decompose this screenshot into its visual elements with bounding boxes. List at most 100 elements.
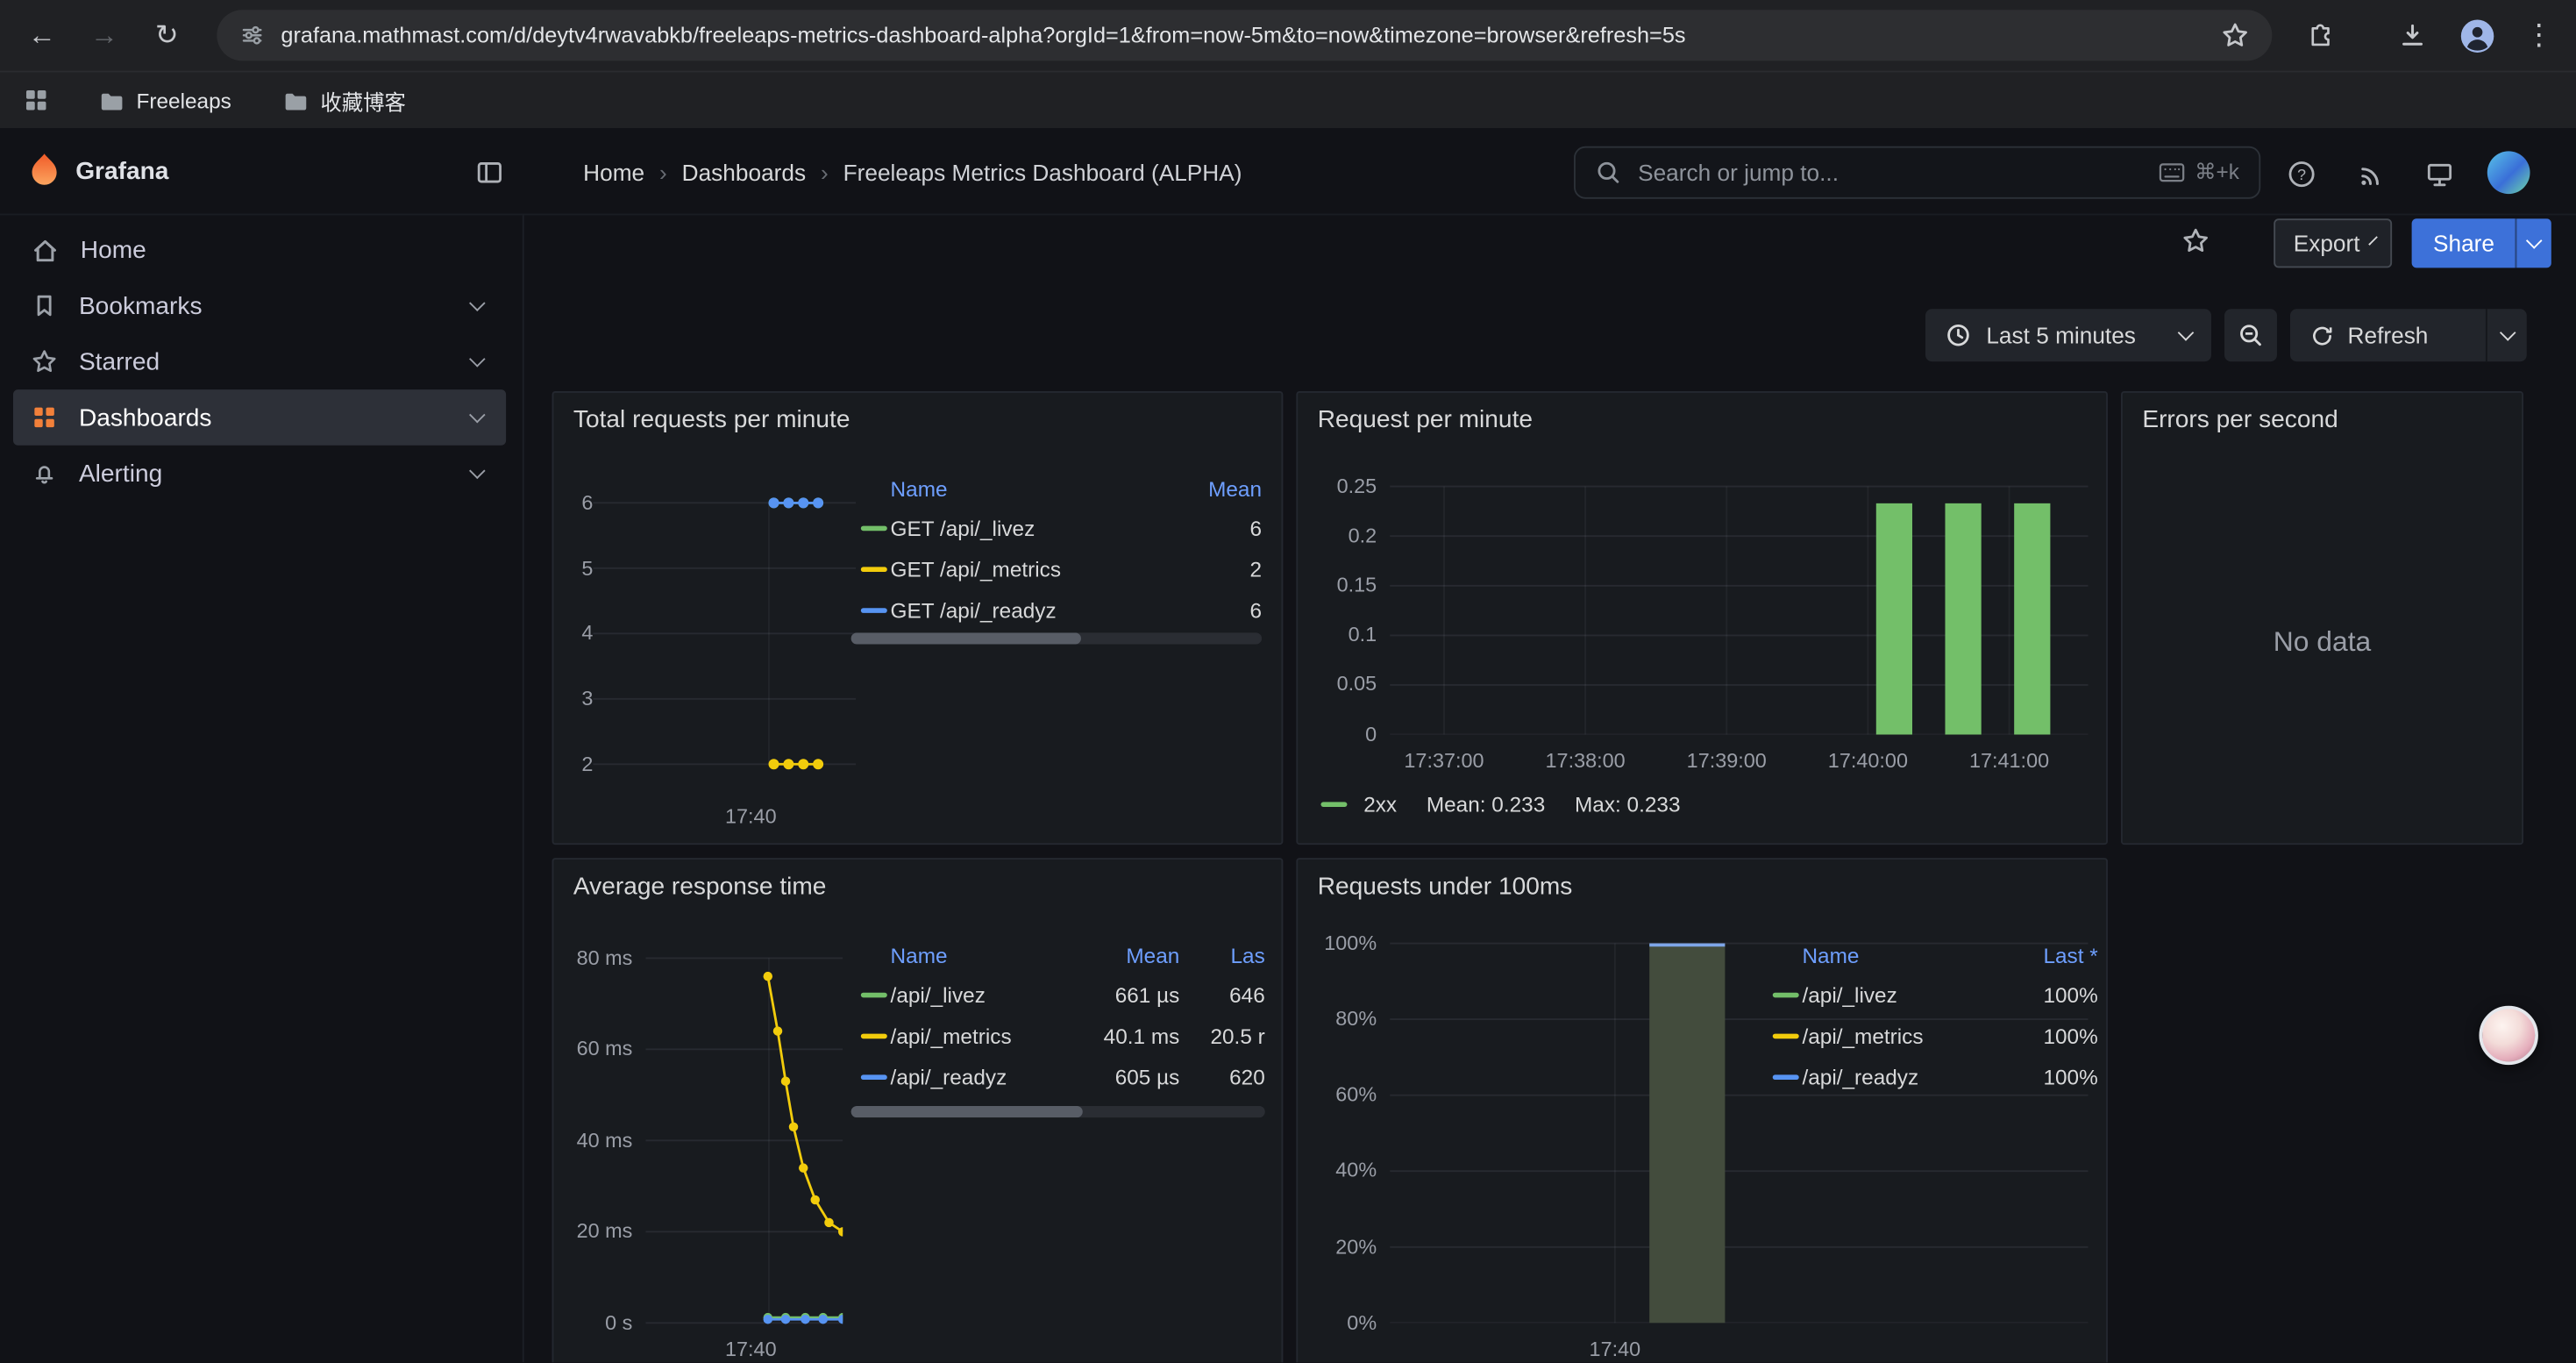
x-tick: 17:40 xyxy=(1566,1336,1664,1362)
series-name: GET /api/_livez xyxy=(891,516,1171,540)
news-rss-icon[interactable] xyxy=(2354,158,2387,190)
series-mean: 661 µs xyxy=(1078,982,1179,1007)
legend-row[interactable]: GET /api/_metrics 2 xyxy=(851,549,1262,590)
y-tick: 0% xyxy=(1305,1309,1377,1336)
scrollbar-thumb[interactable] xyxy=(851,1106,1083,1117)
chevron-down-icon[interactable] xyxy=(469,407,486,424)
breadcrumb-home[interactable]: Home xyxy=(583,159,644,185)
series-swatch xyxy=(1773,993,1799,998)
zoom-out-button[interactable] xyxy=(2224,309,2277,361)
chevron-down-icon[interactable] xyxy=(469,463,486,480)
extensions-icon[interactable] xyxy=(2295,10,2346,61)
dock-menu-icon[interactable] xyxy=(475,158,505,188)
legend-row[interactable]: /api/_livez 100% xyxy=(1763,974,2098,1016)
legend-inline[interactable]: 2xx Mean: 0.233 Max: 0.233 xyxy=(1320,792,1680,817)
sidebar-item-alerting[interactable]: Alerting xyxy=(13,446,506,502)
legend-header-name[interactable]: Name xyxy=(891,943,1078,967)
breadcrumb: Home › Dashboards › Freeleaps Metrics Da… xyxy=(583,128,1242,215)
sidebar-item-label: Starred xyxy=(79,347,160,375)
share-button[interactable]: Share xyxy=(2412,218,2516,268)
reload-button[interactable]: ↻ xyxy=(141,10,192,61)
favorite-star-icon[interactable] xyxy=(2181,227,2210,255)
y-tick: 60 ms xyxy=(560,1035,632,1061)
refresh-icon xyxy=(2309,323,2334,347)
y-tick: 0.1 xyxy=(1311,621,1377,647)
site-info-icon[interactable] xyxy=(240,23,265,47)
grafana-logo[interactable] xyxy=(25,151,64,190)
export-button[interactable]: Export xyxy=(2274,218,2392,268)
series-mean: 2 xyxy=(1170,557,1262,582)
panel-under-100ms[interactable]: Requests under 100ms 100% 80% 60% 40% 20… xyxy=(1296,858,2108,1362)
x-tick: 17:41:00 xyxy=(1950,748,2068,774)
chevron-down-icon[interactable] xyxy=(469,351,486,368)
series-name: /api/_readyz xyxy=(1802,1065,2005,1089)
legend-table: Name Last * /api/_livez 100% /api/_metri… xyxy=(1763,935,2098,1097)
scrollbar-thumb[interactable] xyxy=(851,632,1081,644)
bookmark-blog[interactable]: 收藏博客 xyxy=(282,72,406,130)
back-button[interactable]: ← xyxy=(17,10,68,61)
series-last: 20.5 r xyxy=(1179,1024,1264,1048)
legend-header-last[interactable]: Last * xyxy=(2006,943,2098,967)
panel-title[interactable]: Request per minute xyxy=(1318,406,1533,434)
panel-title[interactable]: Errors per second xyxy=(2142,406,2338,434)
breadcrumb-separator: › xyxy=(659,159,667,185)
legend-header-name[interactable]: Name xyxy=(891,475,1171,500)
chevron-down-icon[interactable] xyxy=(469,295,486,311)
panel-title[interactable]: Requests under 100ms xyxy=(1318,873,1573,901)
sidebar-item-dashboards[interactable]: Dashboards xyxy=(13,389,506,446)
legend-row[interactable]: /api/_metrics 40.1 ms 20.5 r xyxy=(851,1016,1265,1057)
legend-header-last[interactable]: Las xyxy=(1179,943,1264,967)
bookmark-star-icon[interactable] xyxy=(2221,21,2249,49)
legend-header-name[interactable]: Name xyxy=(1802,943,2005,967)
bookmark-freeleaps[interactable]: Freeleaps xyxy=(98,72,231,130)
time-range-picker[interactable]: Last 5 minutes xyxy=(1925,309,2211,361)
panel-request-rate[interactable]: Request per minute 0.25 0.2 0.15 0.1 0.0… xyxy=(1296,391,2108,845)
panel-total-requests[interactable]: Total requests per minute 6 5 4 3 2 17:4… xyxy=(552,391,1284,845)
refresh-button[interactable]: Refresh xyxy=(2290,322,2486,348)
url-text[interactable]: grafana.mathmast.com/d/deytv4rwavabkb/fr… xyxy=(281,23,2208,47)
apps-grid-icon[interactable] xyxy=(23,87,49,113)
sidebar-item-home[interactable]: Home xyxy=(13,222,506,278)
search-input[interactable] xyxy=(1634,158,2145,188)
legend-row[interactable]: /api/_readyz 100% xyxy=(1763,1057,2098,1098)
search-box[interactable]: ⌘+k xyxy=(1574,146,2260,199)
y-tick: 0.15 xyxy=(1311,572,1377,598)
panel-errors[interactable]: Errors per second No data xyxy=(2121,391,2523,845)
panel-title[interactable]: Average response time xyxy=(573,873,827,901)
legend-row[interactable]: /api/_metrics 100% xyxy=(1763,1016,2098,1057)
refresh-interval-button[interactable] xyxy=(2487,332,2527,338)
panel-title[interactable]: Total requests per minute xyxy=(573,406,850,434)
series-swatch xyxy=(1320,802,1347,807)
series-swatch xyxy=(861,567,887,572)
display-icon[interactable] xyxy=(2423,158,2456,190)
legend-row[interactable]: /api/_livez 661 µs 646 xyxy=(851,974,1265,1016)
chevron-down-icon xyxy=(2178,325,2195,341)
address-bar[interactable]: grafana.mathmast.com/d/deytv4rwavabkb/fr… xyxy=(217,10,2272,61)
no-data-message: No data xyxy=(2123,626,2522,659)
downloads-icon[interactable] xyxy=(2387,10,2438,61)
legend-header-mean[interactable]: Mean xyxy=(1170,475,1262,500)
sidebar-item-bookmarks[interactable]: Bookmarks xyxy=(13,278,506,334)
legend-scrollbar[interactable] xyxy=(851,632,1262,644)
browser-menu-icon[interactable]: ⋮ xyxy=(2514,10,2565,61)
legend-row[interactable]: GET /api/_readyz 6 xyxy=(851,590,1262,632)
breadcrumb-dashboards[interactable]: Dashboards xyxy=(682,159,806,185)
assistant-floating-avatar[interactable] xyxy=(2479,1006,2537,1065)
series-name: GET /api/_readyz xyxy=(891,598,1171,623)
legend-scrollbar[interactable] xyxy=(851,1106,1265,1117)
sidebar-item-starred[interactable]: Starred xyxy=(13,333,506,389)
forward-button[interactable]: → xyxy=(79,10,130,61)
share-menu-button[interactable] xyxy=(2516,218,2551,268)
legend-row[interactable]: GET /api/_livez 6 xyxy=(851,508,1262,549)
panel-response-time[interactable]: Average response time 80 ms 60 ms 40 ms … xyxy=(552,858,1284,1362)
folder-icon xyxy=(98,88,125,114)
user-avatar[interactable] xyxy=(2487,151,2530,194)
help-icon[interactable]: ? xyxy=(2285,158,2317,190)
sidebar-item-label: Home xyxy=(81,236,146,264)
profile-icon[interactable] xyxy=(2451,10,2502,61)
legend-header-mean[interactable]: Mean xyxy=(1078,943,1179,967)
series-name: /api/_metrics xyxy=(1802,1024,2005,1048)
legend-row[interactable]: /api/_readyz 605 µs 620 xyxy=(851,1057,1265,1098)
y-tick: 0 xyxy=(1311,722,1377,748)
series-mean: Mean: 0.233 xyxy=(1427,792,1545,817)
